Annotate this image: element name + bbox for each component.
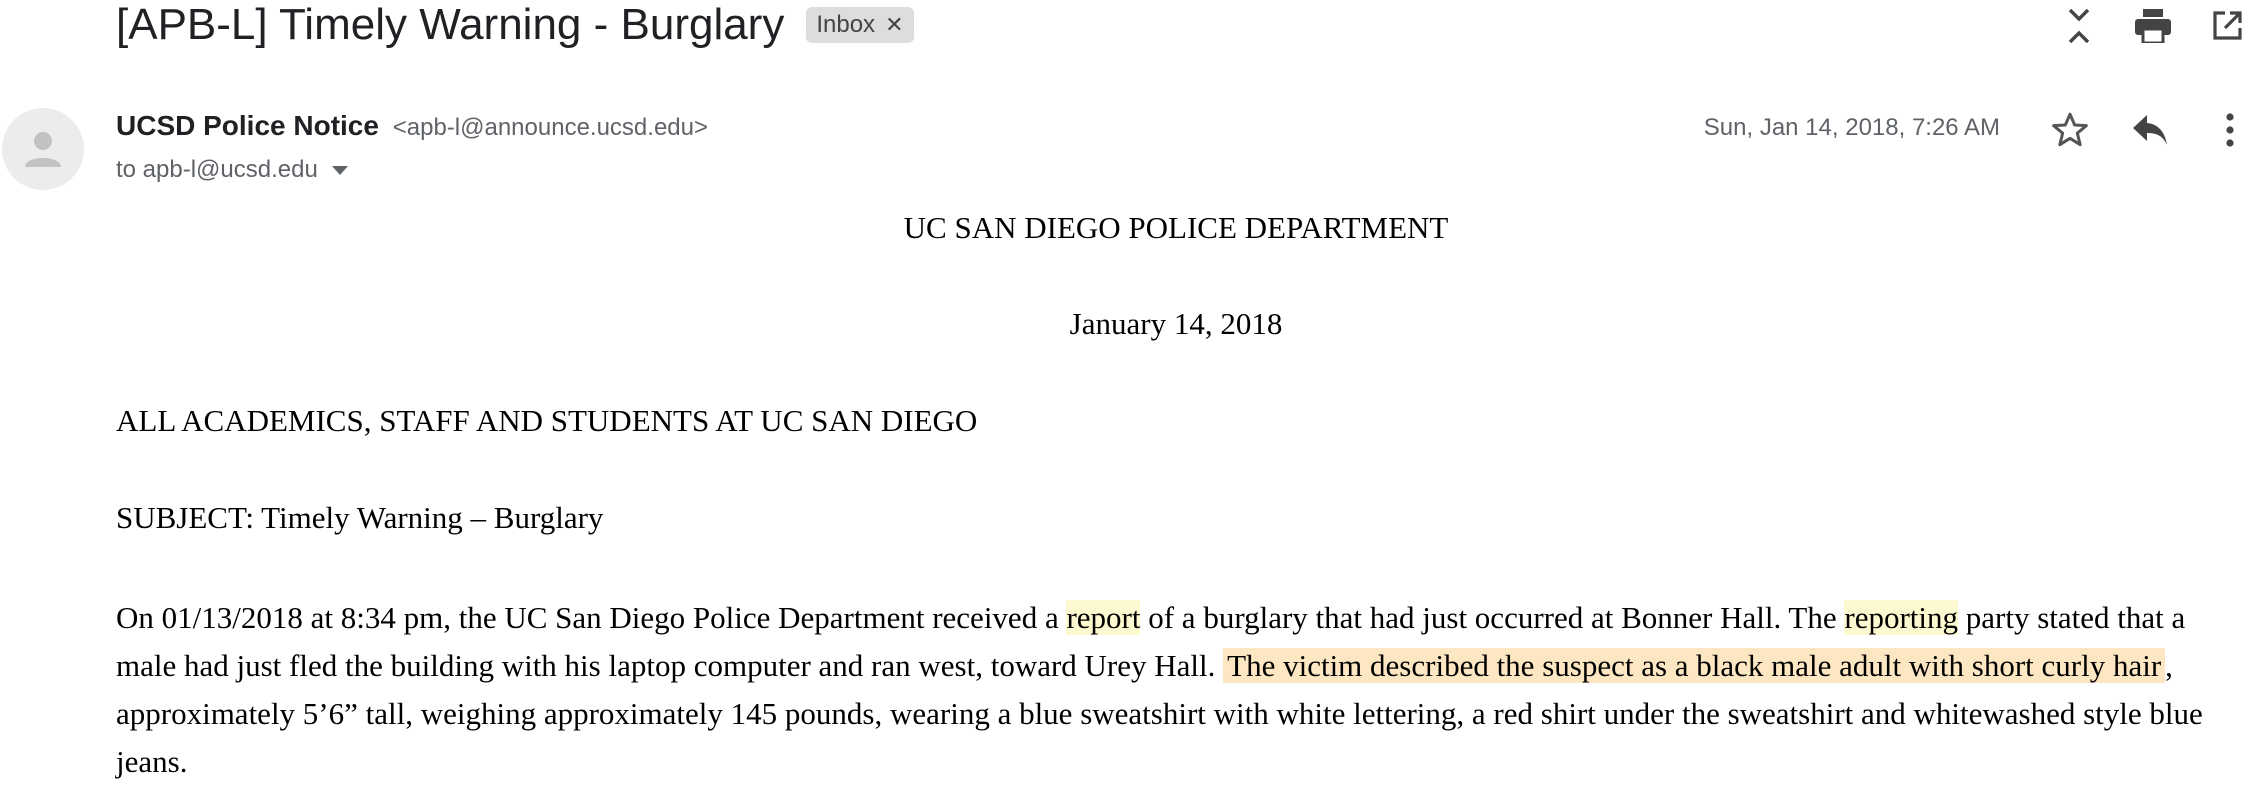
department-heading: UC SAN DIEGO POLICE DEPARTMENT — [903, 210, 1449, 245]
recipient-line: to apb-l@ucsd.edu — [116, 156, 348, 184]
recipient-text: to apb-l@ucsd.edu — [116, 156, 318, 183]
sender-email: <apb-l@announce.ucsd.edu> — [392, 114, 709, 141]
notice-date: January 14, 2018 — [1069, 306, 1283, 341]
paragraph-text: of a burglary that had just occurred at … — [1140, 600, 1845, 635]
email-date: Sun, Jan 14, 2018, 7:26 AM — [1703, 114, 2000, 141]
sender-avatar[interactable] — [2, 108, 84, 190]
star-icon[interactable] — [2030, 106, 2110, 154]
incident-paragraph: On 01/13/2018 at 8:34 pm, the UC San Die… — [116, 594, 2216, 786]
sender-line: UCSD Police Notice <apb-l@announce.ucsd.… — [116, 110, 708, 142]
reply-icon[interactable] — [2110, 106, 2190, 154]
message-actions — [2030, 106, 2264, 154]
email-subject: [APB-L] Timely Warning - Burglary — [116, 0, 785, 49]
more-vert-icon[interactable] — [2190, 106, 2264, 154]
highlight-reporting: reporting — [1844, 600, 1959, 635]
audience-line: ALL ACADEMICS, STAFF AND STUDENTS AT UC … — [116, 403, 978, 438]
highlight-report: report — [1066, 600, 1141, 635]
highlight-suspect-description: The victim described the suspect as a bl… — [1223, 648, 2166, 683]
paragraph-text: On 01/13/2018 at 8:34 pm, the UC San Die… — [116, 600, 1067, 635]
person-icon — [25, 132, 61, 167]
collapse-all-icon[interactable] — [2042, 6, 2116, 46]
print-icon[interactable] — [2116, 6, 2190, 46]
inbox-label-text: Inbox — [816, 11, 876, 38]
email-header: [APB-L] Timely Warning - Burglary Inbox … — [116, 0, 914, 50]
close-icon[interactable]: ✕ — [885, 12, 903, 38]
sender-name[interactable]: UCSD Police Notice — [116, 110, 379, 141]
open-in-new-window-icon[interactable] — [2190, 6, 2264, 46]
header-toolbar — [2042, 6, 2264, 46]
subject-line: SUBJECT: Timely Warning – Burglary — [116, 500, 604, 535]
inbox-label-chip[interactable]: Inbox ✕ — [806, 7, 914, 43]
caret-down-icon[interactable] — [331, 165, 348, 175]
